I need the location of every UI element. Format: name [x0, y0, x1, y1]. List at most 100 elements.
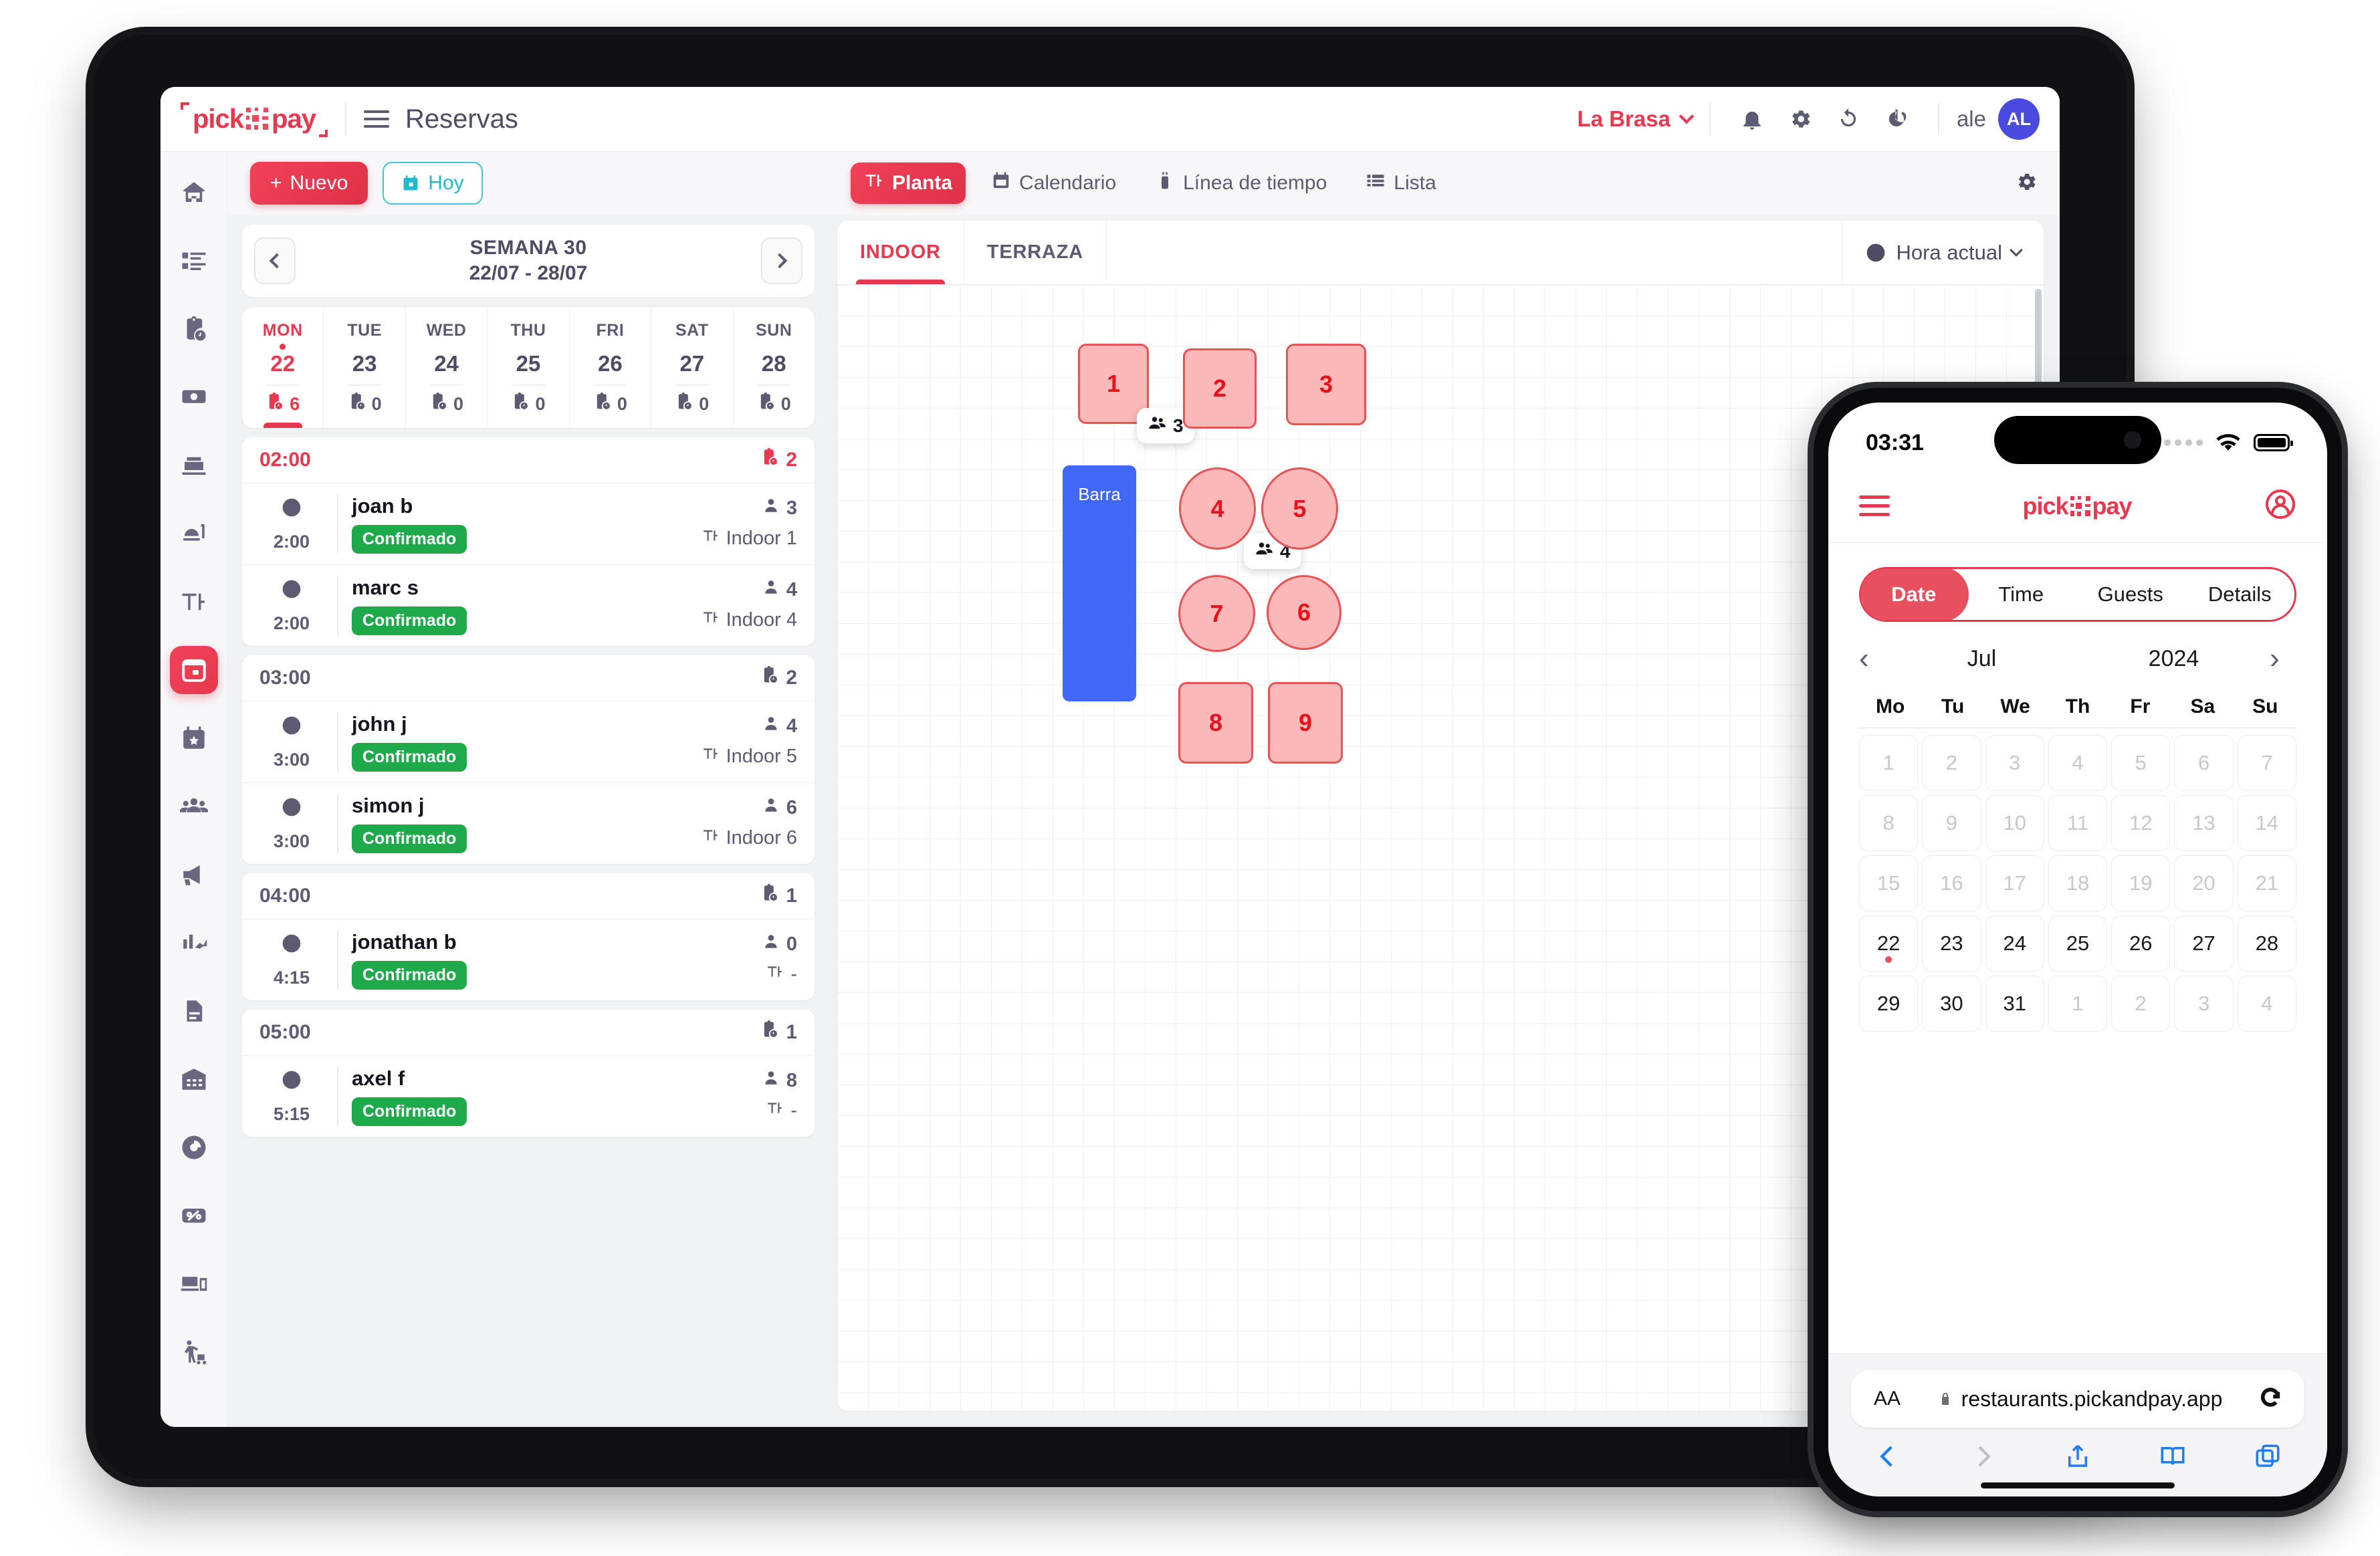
floor-table-4[interactable]: 4 — [1179, 467, 1256, 550]
reload-icon[interactable] — [2259, 1386, 2282, 1412]
gear-icon[interactable] — [1776, 95, 1824, 143]
zone-tab-indoor[interactable]: INDOOR — [837, 221, 964, 284]
hamburger-menu-icon[interactable] — [363, 110, 389, 128]
calendar-day-cell[interactable]: 22 — [1859, 915, 1919, 972]
calendar-year[interactable]: 2024 — [2078, 646, 2270, 672]
chevron-right-icon[interactable]: › — [2270, 644, 2296, 673]
share-icon[interactable] — [2064, 1442, 2092, 1470]
chevron-left-icon[interactable] — [1874, 1442, 1902, 1470]
calendar-day-cell[interactable]: 29 — [1859, 976, 1919, 1032]
sidebar-item-warehouse[interactable] — [170, 1055, 218, 1103]
book-icon[interactable] — [2159, 1442, 2187, 1470]
calendar-day-cell[interactable]: 1 — [2048, 976, 2108, 1032]
calendar-day-cell[interactable]: 20 — [2174, 855, 2234, 911]
reservation-row[interactable]: 2:00 joan b Confirmado 3 Indoor 1 — [242, 483, 815, 565]
day-cell-tue[interactable]: TUE 23 0 — [324, 308, 406, 428]
sidebar-item-devices[interactable] — [170, 1260, 218, 1308]
mobile-tab-details[interactable]: Details — [2185, 569, 2295, 620]
sidebar-item-marketing[interactable] — [170, 851, 218, 899]
floor-table-9[interactable]: 9 — [1268, 682, 1343, 764]
zone-tab-terraza[interactable]: TERRAZA — [964, 221, 1107, 284]
chevron-left-icon[interactable]: ‹ — [1859, 644, 1886, 673]
floor-object-bar[interactable]: Barra — [1063, 465, 1136, 701]
calendar-day-cell[interactable]: 2 — [1922, 735, 1981, 791]
floor-table-3[interactable]: 3 — [1286, 344, 1366, 425]
new-reservation-button[interactable]: + Nuevo — [250, 162, 368, 205]
reservation-row[interactable]: 2:00 marc s Confirmado 4 Indoor 4 — [242, 565, 815, 646]
calendar-day-cell[interactable]: 17 — [1985, 855, 2044, 911]
sidebar-item-documents[interactable] — [170, 987, 218, 1035]
calendar-day-cell[interactable]: 1 — [1859, 735, 1919, 791]
chevron-right-icon[interactable] — [1969, 1442, 1997, 1470]
calendar-day-cell[interactable]: 25 — [2048, 915, 2108, 972]
calendar-day-cell[interactable]: 2 — [2111, 976, 2171, 1032]
calendar-day-cell[interactable]: 11 — [2048, 795, 2108, 851]
calendar-day-cell[interactable]: 7 — [2237, 735, 2296, 791]
day-cell-thu[interactable]: THU 25 0 — [488, 308, 570, 428]
day-cell-fri[interactable]: FRI 26 0 — [570, 308, 652, 428]
address-bar[interactable]: AA restaurants.pickandpay.app — [1851, 1370, 2304, 1428]
sidebar-item-tables[interactable] — [170, 578, 218, 626]
floor-table-6[interactable]: 6 — [1267, 575, 1341, 650]
view-tab-planta[interactable]: Planta — [851, 162, 966, 204]
calendar-day-cell[interactable]: 16 — [1922, 855, 1981, 911]
calendar-day-cell[interactable]: 27 — [2174, 915, 2234, 972]
calendar-day-cell[interactable]: 4 — [2237, 976, 2296, 1032]
floor-table-7[interactable]: 7 — [1178, 575, 1255, 652]
calendar-month[interactable]: Jul — [1886, 646, 2078, 672]
sidebar-item-orders[interactable] — [170, 237, 218, 285]
bell-icon[interactable] — [1728, 95, 1776, 143]
sidebar-item-home[interactable] — [170, 169, 218, 217]
calendar-day-cell[interactable]: 14 — [2237, 795, 2296, 851]
calendar-day-grid[interactable]: 1 2 3 4 5 6 7 8 9 10 11 12 13 14 15 16 1… — [1859, 728, 2296, 1032]
sidebar-item-cash-register[interactable] — [170, 441, 218, 489]
mobile-tab-date[interactable]: Date — [1861, 569, 1969, 620]
calendar-day-cell[interactable]: 30 — [1922, 976, 1981, 1032]
hamburger-menu-icon[interactable] — [1859, 495, 1890, 516]
calendar-day-cell[interactable]: 12 — [2111, 795, 2171, 851]
calendar-day-cell[interactable]: 9 — [1922, 795, 1981, 851]
power-icon[interactable] — [1872, 95, 1921, 143]
reservation-row[interactable]: 3:00 simon j Confirmado 6 Indoor 6 — [242, 783, 815, 864]
view-tab-lista[interactable]: Lista — [1352, 162, 1449, 204]
day-cell-sat[interactable]: SAT 27 0 — [651, 308, 734, 428]
chevron-right-icon[interactable] — [761, 237, 802, 284]
calendar-day-cell[interactable]: 6 — [2174, 735, 2234, 791]
tabs-icon[interactable] — [2254, 1442, 2282, 1470]
sidebar-item-payments[interactable] — [170, 373, 218, 421]
gear-icon[interactable] — [2014, 170, 2038, 197]
reservation-row[interactable]: 4:15 jonathan b Confirmado 0 - — [242, 919, 815, 1000]
calendar-day-cell[interactable]: 18 — [2048, 855, 2108, 911]
floor-table-8[interactable]: 8 — [1178, 682, 1253, 764]
sidebar-item-room-service[interactable] — [170, 510, 218, 558]
restaurant-selector[interactable]: La Brasa — [1578, 106, 1695, 132]
reservation-row[interactable]: 3:00 john j Confirmado 4 Indoor 5 — [242, 701, 815, 783]
calendar-day-cell[interactable]: 19 — [2111, 855, 2171, 911]
time-filter-selector[interactable]: Hora actual — [1842, 221, 2044, 284]
calendar-day-cell[interactable]: 8 — [1859, 795, 1919, 851]
today-button[interactable]: Hoy — [383, 162, 483, 205]
reservation-row[interactable]: 5:15 axel f Confirmado 8 - — [242, 1056, 815, 1137]
view-tab-calendario[interactable]: Calendario — [978, 162, 1129, 204]
calendar-day-cell[interactable]: 3 — [1985, 735, 2044, 791]
sidebar-item-events[interactable] — [170, 714, 218, 762]
calendar-day-cell[interactable]: 4 — [2048, 735, 2108, 791]
calendar-day-cell[interactable]: 3 — [2174, 976, 2234, 1032]
calendar-day-cell[interactable]: 10 — [1985, 795, 2044, 851]
day-cell-wed[interactable]: WED 24 0 — [406, 308, 488, 428]
reservation-list[interactable]: 02:00 2 2:00 joan b Confirmado 3 Indoor … — [227, 437, 829, 1427]
mobile-tab-guests[interactable]: Guests — [2076, 569, 2185, 620]
calendar-day-cell[interactable]: 24 — [1985, 915, 2044, 972]
sidebar-item-discounts[interactable] — [170, 1192, 218, 1240]
calendar-day-cell[interactable]: 21 — [2237, 855, 2296, 911]
sidebar-item-clipboard-clock[interactable] — [170, 305, 218, 353]
url-display[interactable]: restaurants.pickandpay.app — [1901, 1387, 2259, 1412]
day-cell-mon[interactable]: MON 22 6 — [242, 308, 324, 428]
account-circle-icon[interactable] — [2264, 488, 2296, 524]
calendar-day-cell[interactable]: 13 — [2174, 795, 2234, 851]
calendar-day-cell[interactable]: 28 — [2237, 915, 2296, 972]
sidebar-item-reports[interactable] — [170, 1123, 218, 1172]
pickandpay-logo[interactable]: pick pay — [2013, 492, 2141, 520]
refresh-icon[interactable] — [1824, 95, 1872, 143]
calendar-day-cell[interactable]: 15 — [1859, 855, 1919, 911]
